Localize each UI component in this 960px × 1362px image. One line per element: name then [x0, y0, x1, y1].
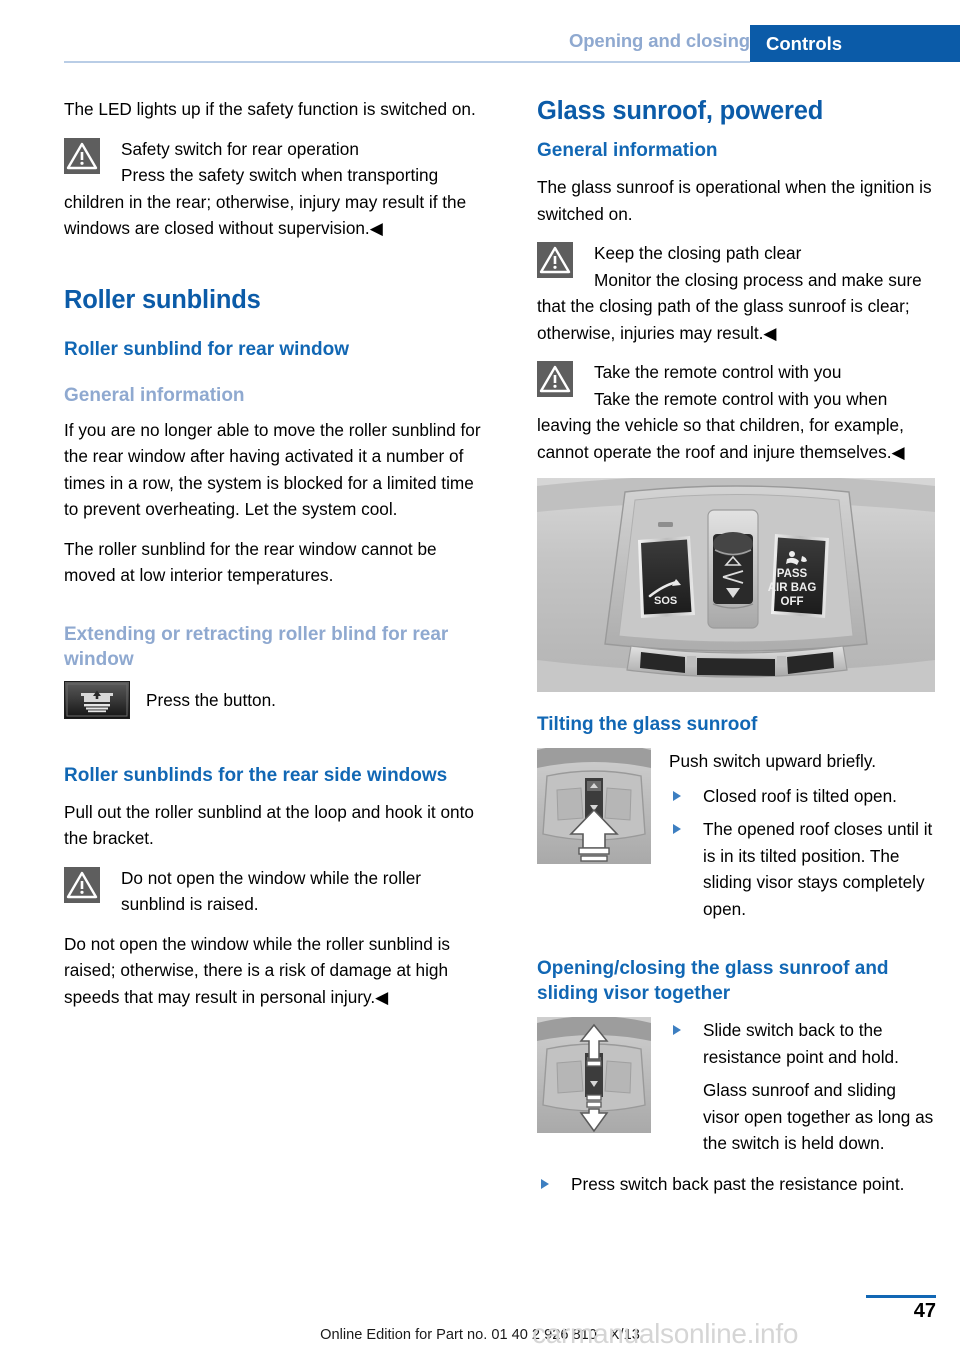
warning-body: Monitor the closing process and make sur… [537, 269, 922, 343]
svg-text:OFF: OFF [781, 596, 804, 608]
page-header: Opening and closing Controls [0, 0, 960, 63]
warning-triangle-icon [64, 866, 100, 903]
warning-heading: Do not open the window while the roller … [121, 867, 422, 915]
list-item-text: Slide switch back to the resistance poin… [703, 1020, 899, 1067]
warning-heading: Safety switch for rear operation [121, 138, 359, 159]
warning-triangle-icon [537, 242, 573, 278]
warning-body: Press the safety switch when transportin… [64, 165, 467, 238]
warning-triangle-icon [537, 361, 573, 397]
subheading-general-information-left: General information [64, 384, 245, 406]
list-item-text: Closed roof is tilted open. [703, 785, 897, 806]
header-chapter-label: Opening and closing [568, 30, 750, 51]
left-column: The LED lights up if the safety function… [64, 96, 486, 1023]
subheading-extending-retracting: Extending or retracting roller blind for… [64, 623, 449, 670]
left-paragraph-4: Do not open the window while the roller … [64, 933, 450, 1007]
right-paragraph-1: The glass sunroof is operational when th… [537, 177, 932, 224]
warning-triangle-icon [64, 137, 100, 174]
list-item: Closed roof is tilted open. [669, 783, 935, 810]
header-section-label: Controls [766, 33, 843, 54]
open-close-bullet-list-after: Press switch back past the resistance po… [537, 1171, 935, 1198]
left-intro-paragraph: The LED lights up if the safety function… [64, 99, 476, 119]
press-button-text: Press the button. [146, 689, 276, 710]
header-section-block: Controls [750, 25, 960, 62]
subheading-general-information-right: General information [537, 140, 718, 161]
open-close-figure-block: Slide switch back to the resistance poin… [537, 1017, 935, 1157]
header-divider [64, 61, 750, 63]
left-paragraph-2: The roller sunblind for the rear window … [64, 538, 437, 586]
warning-block-safety-switch: Safety switch for rear operation Press t… [64, 136, 486, 242]
overhead-console-photo: SOS PASS AIR BAG OFF [537, 478, 935, 692]
page-number: 47 [913, 1300, 936, 1322]
svg-text:SOS: SOS [654, 595, 677, 607]
tilt-figure-text: Push switch upward briefly. Closed roof … [669, 748, 935, 922]
warning-heading: Keep the closing path clear [594, 243, 802, 263]
section-title-roller-sunblinds: Roller sunblinds [64, 285, 261, 314]
open-close-note: Glass sunroof and sliding visor open tog… [703, 1080, 934, 1153]
warning-block-do-not-open-window: Do not open the window while the roller … [64, 865, 486, 918]
subheading-roller-sunblinds-rear-side: Roller sunblinds for the rear side windo… [64, 764, 448, 786]
warning-body: Take the remote control with you when le… [537, 388, 905, 462]
list-item-text: The opened roof closes until it is in it… [703, 819, 933, 919]
page-number-rule [866, 1295, 936, 1298]
open-close-figure-text: Slide switch back to the resistance poin… [669, 1017, 935, 1157]
bullet-triangle-icon [673, 824, 681, 834]
section-title-glass-sunroof: Glass sunroof, powered [537, 97, 824, 125]
press-button-row: Press the button. [64, 680, 486, 721]
sunroof-switch-slide-thumbnail [537, 1017, 651, 1133]
open-close-bullet-list: Slide switch back to the resistance poin… [669, 1017, 935, 1070]
list-item: Press switch back past the resistance po… [537, 1171, 935, 1198]
tilt-figure-block: Push switch upward briefly. Closed roof … [537, 748, 935, 922]
right-column: Glass sunroof, powered General informati… [537, 96, 935, 1204]
tilt-bullet-list: Closed roof is tilted open. The opened r… [669, 783, 935, 923]
svg-text:PASS: PASS [777, 568, 808, 580]
tilt-lead-text: Push switch upward briefly. [669, 751, 876, 771]
warning-block-closing-path: Keep the closing path clear Monitor the … [537, 240, 935, 346]
left-paragraph-1: If you are no longer able to move the ro… [64, 419, 481, 520]
list-item: The opened roof closes until it is in it… [669, 816, 935, 922]
subheading-roller-sunblind-rear-window: Roller sunblind for rear window [64, 338, 350, 360]
list-item-text: Press switch back past the resistance po… [571, 1173, 905, 1194]
subheading-opening-closing-together: Opening/closing the glass sunroof and sl… [537, 958, 889, 1004]
bullet-triangle-icon [673, 790, 681, 801]
left-paragraph-3: Pull out the roller sunblind at the loop… [64, 801, 474, 849]
roller-sunblind-button-icon [64, 680, 130, 719]
edition-line: Online Edition for Part no. 01 40 2 926 … [320, 1327, 640, 1343]
warning-heading: Take the remote control with you [594, 362, 842, 382]
bullet-triangle-icon [673, 1025, 681, 1035]
sunroof-switch-push-up-thumbnail [537, 748, 651, 864]
svg-text:AIR BAG: AIR BAG [768, 582, 817, 594]
list-item: Slide switch back to the resistance poin… [669, 1017, 935, 1070]
subheading-tilting-glass-sunroof: Tilting the glass sunroof [537, 714, 758, 735]
bullet-triangle-icon [541, 1178, 549, 1189]
warning-block-remote-control: Take the remote control with you Take th… [537, 359, 935, 465]
